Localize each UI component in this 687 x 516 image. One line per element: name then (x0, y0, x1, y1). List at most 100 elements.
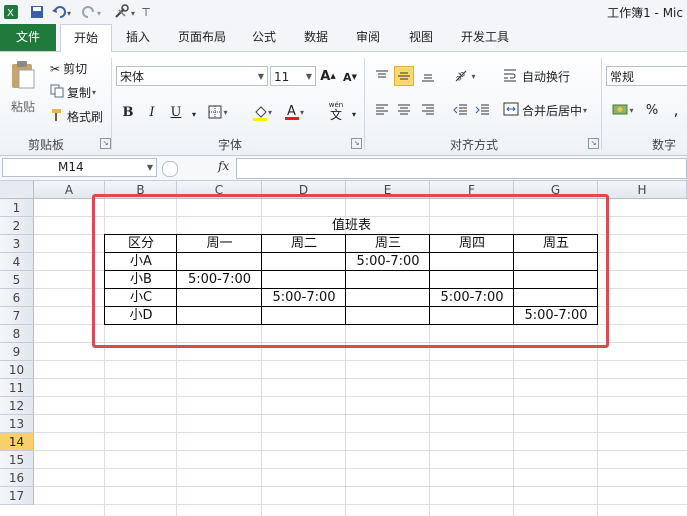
phonetic-dropdown-icon[interactable]: ▾ (344, 104, 364, 124)
align-right-icon (422, 104, 434, 115)
row-header-11[interactable]: 11 (0, 379, 34, 397)
formula-bar: M14 ▼ fx (0, 156, 687, 181)
font-size-combo[interactable]: 11 ▼ (270, 66, 316, 86)
decrease-indent-icon (453, 104, 467, 115)
percent-button[interactable]: % (642, 100, 662, 120)
row-header-5[interactable]: 5 (0, 271, 34, 289)
currency-icon (612, 104, 628, 115)
row-header-4[interactable]: 4 (0, 253, 34, 271)
insert-function-button[interactable]: fx (218, 159, 229, 173)
tab-insert[interactable]: 插入 (118, 24, 158, 51)
save-icon[interactable] (28, 3, 46, 21)
format-painter-button[interactable]: 格式刷 (50, 108, 103, 125)
format-painter-label: 格式刷 (67, 110, 104, 124)
cut-label: 剪切 (63, 62, 88, 76)
name-box[interactable]: M14 ▼ (2, 158, 157, 177)
align-bottom-button[interactable] (418, 66, 438, 86)
align-center-button[interactable] (394, 100, 414, 120)
row-header-14[interactable]: 14 (0, 433, 34, 451)
select-all-corner[interactable] (0, 181, 34, 199)
svg-text:▾: ▾ (131, 9, 135, 18)
underline-button[interactable]: U (166, 102, 186, 122)
formula-bar-resize-handle[interactable] (162, 161, 178, 177)
row-header-9[interactable]: 9 (0, 343, 34, 361)
undo-icon[interactable]: ▾ (50, 3, 74, 21)
accounting-format-button[interactable]: ▾ (608, 100, 638, 120)
column-header-h[interactable]: H (598, 181, 687, 199)
row-gridline (34, 468, 687, 469)
paint-bucket-icon (253, 106, 267, 121)
font-launcher-icon[interactable]: ↘ (351, 138, 362, 149)
font-color-button[interactable]: A ▾ (284, 102, 304, 122)
tab-review[interactable]: 审阅 (350, 24, 386, 51)
tab-page-layout[interactable]: 页面布局 (172, 24, 232, 51)
paste-button[interactable]: 粘贴 (8, 58, 38, 115)
name-box-value: M14 (58, 160, 84, 174)
grow-font-button[interactable]: A ▲ (318, 66, 338, 86)
tab-developer[interactable]: 开发工具 (455, 24, 515, 51)
row-header-10[interactable]: 10 (0, 361, 34, 379)
tools-icon[interactable]: ▾ (112, 3, 138, 21)
row-header-17[interactable]: 17 (0, 487, 34, 505)
chevron-down-icon: ▼ (146, 163, 153, 172)
tab-home[interactable]: 开始 (60, 24, 112, 52)
copy-button[interactable]: 复制 ▾ (50, 84, 96, 101)
phonetic-button[interactable]: wén 文 (326, 100, 346, 121)
merge-center-label: 合并后居中 (522, 104, 583, 118)
cut-button[interactable]: ✂ 剪切 (50, 60, 87, 77)
font-size-value: 11 (274, 70, 290, 84)
number-format-combo[interactable]: 常规 (606, 66, 687, 86)
row-header-6[interactable]: 6 (0, 289, 34, 307)
redo-icon[interactable]: ▾ (80, 3, 104, 21)
row-header-2[interactable]: 2 (0, 217, 34, 235)
shrink-font-button[interactable]: A ▼ (340, 67, 360, 87)
borders-button[interactable]: ▾ (208, 102, 228, 122)
decrease-indent-button[interactable] (450, 100, 470, 120)
row-gridline (34, 450, 687, 451)
row-gridline (34, 360, 687, 361)
underline-dropdown-icon[interactable]: ▾ (184, 104, 204, 124)
orientation-button[interactable]: ab ▾ (452, 66, 478, 86)
highlight-frame (92, 194, 609, 348)
row-header-15[interactable]: 15 (0, 451, 34, 469)
tab-data[interactable]: 数据 (298, 24, 334, 51)
paste-icon (12, 61, 35, 89)
merge-center-button[interactable]: 合并后居中 ▾ (503, 102, 587, 119)
number-format-value: 常规 (610, 70, 635, 84)
merge-cells-icon (503, 102, 519, 119)
row-header-13[interactable]: 13 (0, 415, 34, 433)
align-middle-button[interactable] (394, 66, 414, 86)
bold-button[interactable]: B (118, 102, 138, 122)
fill-color-button[interactable]: ▾ (252, 102, 272, 122)
copy-label: 复制 (67, 86, 92, 100)
align-left-button[interactable] (372, 100, 392, 120)
align-right-button[interactable] (418, 100, 438, 120)
customize-toolbar-icon[interactable]: ⊤ (140, 3, 152, 21)
chevron-down-icon: ▾ (267, 107, 272, 117)
grow-font-icon: A (320, 68, 331, 84)
align-top-button[interactable] (372, 66, 392, 86)
borders-icon (208, 105, 222, 119)
clipboard-launcher-icon[interactable]: ↘ (100, 138, 111, 149)
chevron-down-icon: ▼ (257, 72, 264, 81)
row-header-12[interactable]: 12 (0, 397, 34, 415)
font-name-combo[interactable]: 宋体 ▼ (116, 66, 268, 86)
chevron-down-icon: ▾ (583, 106, 588, 115)
row-header-3[interactable]: 3 (0, 235, 34, 253)
increase-indent-button[interactable] (472, 100, 492, 120)
row-header-16[interactable]: 16 (0, 469, 34, 487)
svg-text:X: X (7, 8, 14, 19)
copy-icon (50, 84, 64, 101)
tab-file[interactable]: 文件 (0, 24, 56, 51)
tab-formulas[interactable]: 公式 (246, 24, 282, 51)
row-header-8[interactable]: 8 (0, 325, 34, 343)
italic-button[interactable]: I (142, 102, 162, 122)
comma-style-button[interactable]: , (666, 100, 686, 120)
row-header-7[interactable]: 7 (0, 307, 34, 325)
tab-view[interactable]: 视图 (403, 24, 439, 51)
alignment-launcher-icon[interactable]: ↘ (588, 138, 599, 149)
wrap-text-button[interactable]: 自动换行 (503, 68, 570, 85)
formula-input[interactable] (236, 158, 687, 179)
row-header-1[interactable]: 1 (0, 199, 34, 217)
worksheet-grid[interactable]: ABCDEFGH 1 2 3 4 5 6 7 8 9 10 11 12 13 14 15 16 17 值班表 区分… (0, 181, 687, 516)
